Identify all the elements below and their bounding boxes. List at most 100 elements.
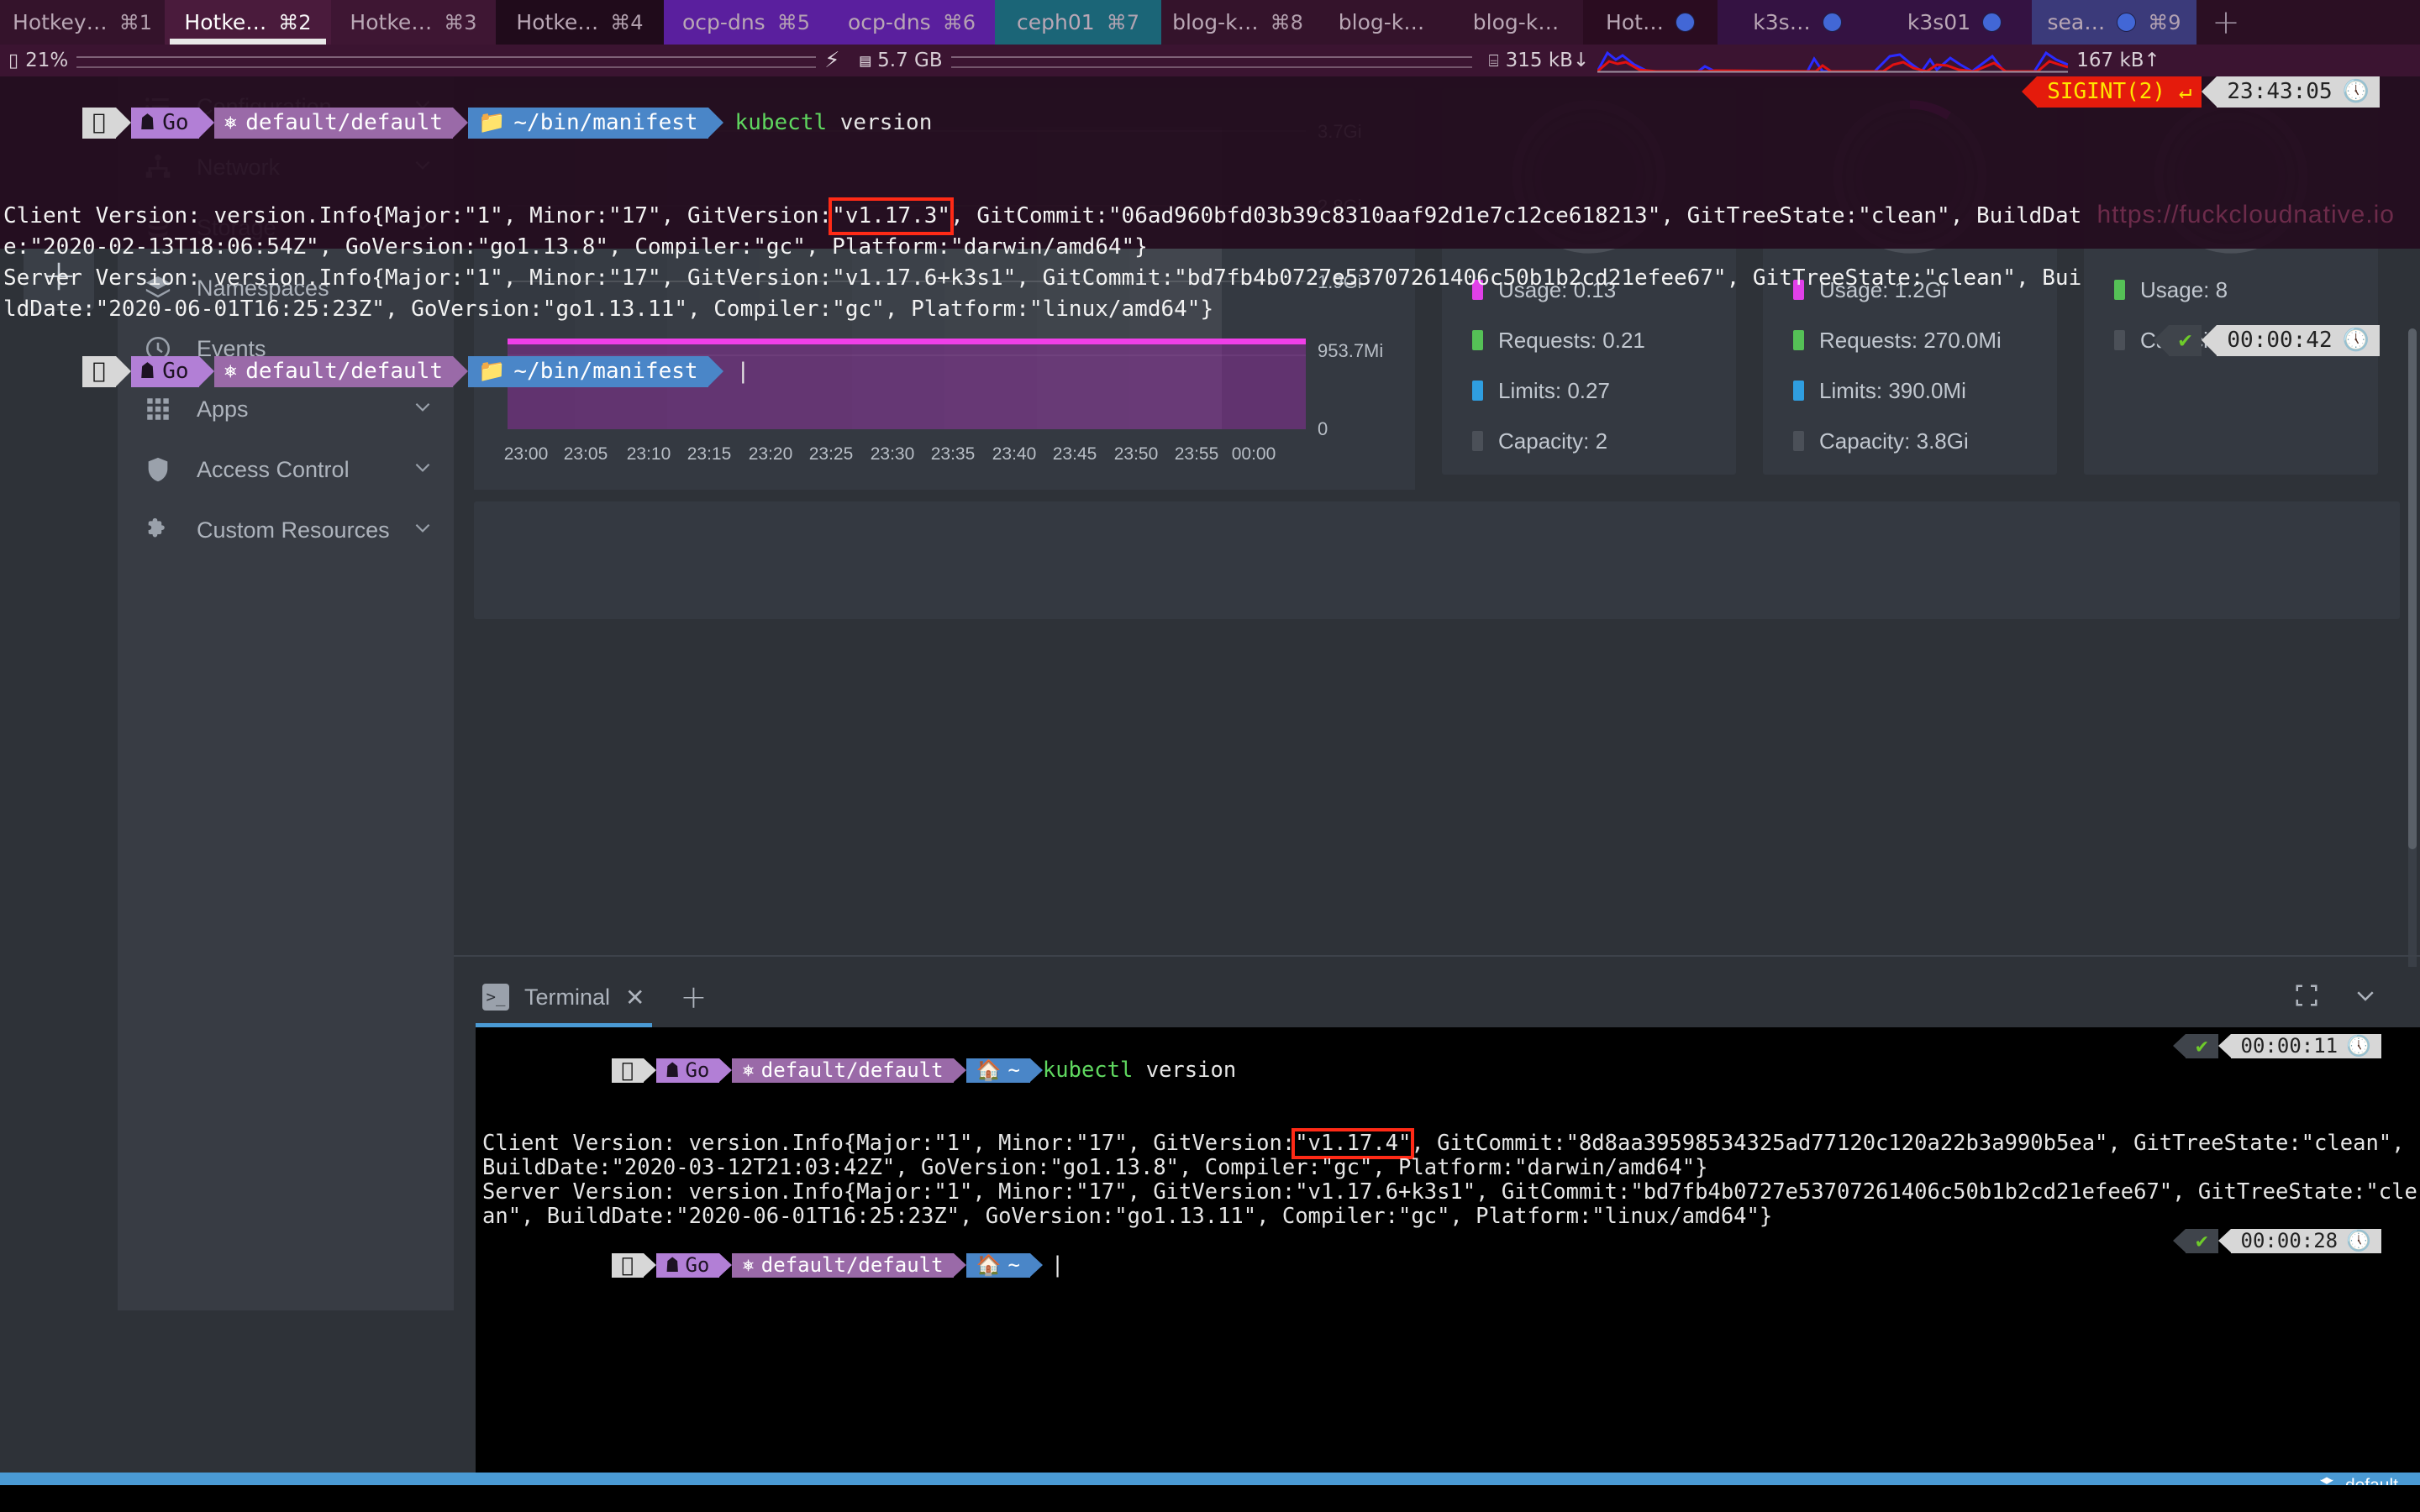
tab-label: Hotke… [350, 10, 433, 34]
window-bottom-bar [0, 1485, 2420, 1512]
iterm-status-bar: ▯ 21% ⚡ ▤ 5.7 GB ⌸ 315 kB↓ 167 kB↑ [0, 45, 2420, 76]
path-segment-2: 🏠 ~ [965, 1253, 1030, 1278]
command-name: kubectl [1042, 1058, 1134, 1083]
overlay-powerline-prompt-2:  ☗ Go ⎈ default/default 📁 ~/bin/manifest [82, 356, 723, 387]
tab-11[interactable]: k3s… [1718, 0, 1877, 45]
overlay-terminal-output: Client Version: version.Info{Major:"1", … [0, 197, 2420, 325]
embedded-terminal[interactable]:  ☗Go ⎈default/default 🏠~ [476, 1027, 2420, 1473]
lang-label-2: Go [685, 1253, 710, 1277]
command-args: version [1145, 1058, 1237, 1083]
close-icon[interactable]: ✕ [625, 984, 644, 1011]
apple-icon:  [82, 108, 116, 139]
clock-icon: 🕔 [2346, 1229, 2371, 1252]
chevron-down-icon[interactable] [412, 517, 434, 543]
overlay-prompt-line-2:  ☗ Go ⎈ default/default 📁 ~/bin/manifest |… [0, 325, 2420, 449]
elapsed-value-2: 00:00:28 [2240, 1229, 2338, 1252]
tab-8[interactable]: blog-k… [1314, 0, 1449, 45]
terminal-output: Client Version: version.Info{Major:"1", … [482, 1128, 2420, 1229]
terminal-output-line: e:"2020-02-13T18:06:54Z", GoVersion:"go1… [0, 232, 2420, 263]
tab-12[interactable]: k3s01 [1877, 0, 2032, 45]
tab-shortcut: ⌘6 [942, 10, 976, 34]
terminal-output-line: an", BuildDate:"2020-06-01T16:25:23Z", G… [482, 1205, 2420, 1229]
tab-9[interactable]: blog-k… [1449, 0, 1583, 45]
tab-6[interactable]: ceph01 ⌘7 [995, 0, 1161, 45]
tab-13[interactable]: sea… ⌘9 [2032, 0, 2196, 45]
tab-3[interactable]: Hotke… ⌘4 [496, 0, 664, 45]
tab-label: k3s… [1753, 10, 1811, 34]
tab-7[interactable]: blog-k… ⌘8 [1161, 0, 1314, 45]
path-label-2: ~/bin/manifest [513, 359, 698, 384]
network-icon: ⌸ [1488, 50, 1499, 71]
chevron-down-icon[interactable] [2353, 983, 2378, 1011]
sidebar-item-custom-resources[interactable]: Custom Resources [118, 500, 454, 560]
wall-clock: 23:43:05 🕔 [2217, 76, 2380, 108]
dock-controls [2294, 983, 2398, 1011]
go-gopher-icon: ☗ [140, 110, 155, 135]
k8s-context-segment-2: ⎈ default/default [732, 1253, 954, 1278]
powerline-prompt-2:  ☗Go ⎈default/default 🏠~ [611, 1253, 1043, 1278]
terminal-cursor: | [736, 359, 750, 384]
overlay-terminal[interactable]: https://fuckcloudnative.io  ☗Go ⎈defaul… [0, 76, 2420, 387]
terminal-prompt-line-2:  ☗Go ⎈default/default 🏠~ [482, 1229, 2420, 1326]
path-segment: 📁 ~/bin/manifest [468, 108, 708, 139]
elapsed-time-2: 00:00:28 🕔 [2230, 1229, 2381, 1253]
clock-value: 23:43:05 [2227, 79, 2333, 104]
network-status: ⌸ 315 kB↓ [1489, 50, 1590, 71]
clock-icon: 🕔 [2342, 79, 2370, 104]
tab-4[interactable]: ocp-dns ⌘5 [664, 0, 829, 45]
overlay-status-right-2: ✔ 00:00:42 🕔 [2153, 325, 2380, 356]
memory-sparkline [950, 50, 1472, 71]
apple-icon:  [82, 356, 116, 387]
dock-tab-label: Terminal [524, 984, 611, 1010]
signal-status: SIGINT(2) ↵ [2037, 76, 2202, 108]
dock-tab-terminal[interactable]: >_ Terminal ✕ [476, 967, 652, 1027]
path-label: ~/bin/manifest [513, 110, 698, 135]
add-terminal-button[interactable]: + [681, 979, 708, 1016]
clock-icon: 🕔 [2342, 328, 2370, 353]
tab-2[interactable]: Hotke… ⌘3 [331, 0, 496, 45]
terminal-output-line: Server Version: version.Info{Major:"1", … [0, 263, 2420, 294]
tab-5[interactable]: ocp-dns ⌘6 [829, 0, 995, 45]
network-sparkline [1597, 50, 2069, 73]
overlay-status-right: SIGINT(2) ↵ 23:43:05 🕔 [2022, 76, 2380, 108]
tab-10[interactable]: Hot… [1583, 0, 1718, 45]
folder-icon: 📁 [478, 359, 506, 384]
lang-segment: ☗ Go [655, 1058, 720, 1083]
power-bolt-icon: ⚡ [824, 48, 840, 73]
tab-shortcut: ⌘2 [278, 10, 312, 34]
tab-shortcut: ⌘4 [610, 10, 644, 34]
elapsed-value: 00:00:42 [2227, 328, 2333, 353]
home-icon: 🏠 [976, 1253, 1002, 1277]
elapsed-value: 00:00:11 [2240, 1034, 2338, 1058]
chevron-down-icon[interactable] [412, 456, 434, 483]
tab-0[interactable]: Hotkey… ⌘1 [0, 0, 165, 45]
tab-1[interactable]: Hotke… ⌘2 [165, 0, 331, 45]
output-text: Client Version: version.Info{Major:"1", … [482, 1131, 1296, 1156]
output-text: , GitCommit:"06ad960bfd03b39c8310aaf92d1… [950, 203, 2082, 228]
output-text: Client Version: version.Info{Major:"1", … [3, 203, 833, 228]
tab-activity-dot [1822, 13, 1842, 32]
tab-shortcut: ⌘9 [2148, 10, 2181, 34]
terminal-output-line: Client Version: version.Info{Major:"1", … [0, 197, 2420, 235]
tab-shortcut: ⌘7 [1106, 10, 1139, 34]
tab-label: sea… [2047, 10, 2106, 34]
tab-shortcut: ⌘8 [1270, 10, 1303, 34]
k8s-context-segment: ⎈ default/default [732, 1058, 954, 1083]
prompt-status-right: ✔ 00:00:11 🕔 [2173, 1034, 2381, 1058]
puzzle-icon [141, 513, 175, 547]
highlighted-version: "v1.17.4" [1292, 1128, 1415, 1159]
expand-icon[interactable] [2294, 983, 2319, 1011]
status-ok-icon: ✔ [2168, 325, 2202, 356]
lang-segment: ☗ Go [130, 108, 199, 139]
k8s-context-2: default/default [245, 359, 444, 384]
sidebar-item-label: Access Control [197, 456, 350, 482]
terminal-cursor: | [1050, 1252, 1065, 1278]
shield-icon [141, 453, 175, 486]
powerline-prompt:  ☗Go ⎈default/default 🏠~ [611, 1058, 1043, 1083]
battery-status: ▯ 21% [8, 50, 68, 71]
terminal-prompt-line:  ☗Go ⎈default/default 🏠~ [482, 1034, 2420, 1131]
new-tab-button[interactable]: + [2196, 0, 2255, 45]
prompt-status-right-2: ✔ 00:00:28 🕔 [2173, 1229, 2381, 1253]
overlay-prompt-line:  ☗ Go ⎈ default/default 📁 ~/bin/manifest k… [0, 76, 2420, 201]
tab-label: Hotkey… [13, 10, 108, 34]
